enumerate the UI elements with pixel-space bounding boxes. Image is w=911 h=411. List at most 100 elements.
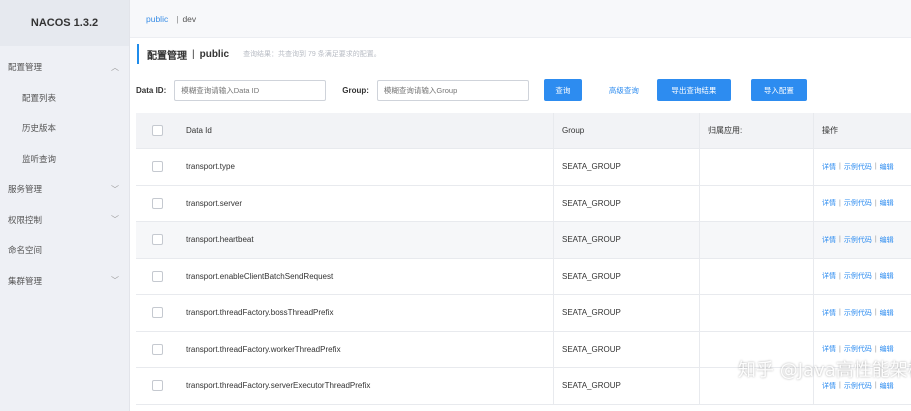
op-separator: |: [874, 309, 877, 317]
import-button[interactable]: 导入配置: [750, 79, 807, 101]
edit-link[interactable]: 编辑: [880, 198, 894, 208]
chevron-down-icon: ﹀: [111, 276, 119, 286]
op-separator: |: [839, 382, 841, 390]
sample-code-link[interactable]: 示例代码: [844, 162, 872, 172]
cell-group: SEATA_GROUP: [554, 258, 700, 294]
op-separator: |: [874, 236, 877, 244]
sidebar-item-label: 命名空间: [8, 245, 43, 256]
sample-code-link[interactable]: 示例代码: [844, 344, 872, 354]
cell-group: SEATA_GROUP: [554, 222, 700, 258]
header-data-id: Data Id: [178, 113, 554, 148]
op-separator: |: [839, 163, 841, 171]
detail-link[interactable]: 详情: [822, 308, 836, 318]
edit-link[interactable]: 编辑: [880, 162, 894, 172]
row-checkbox[interactable]: [151, 270, 163, 282]
detail-link[interactable]: 详情: [822, 271, 836, 281]
cell-app: [700, 368, 814, 404]
sidebar-item-listener-query[interactable]: 监听查询: [0, 144, 129, 175]
cell-data-id: transport.type: [178, 149, 554, 185]
row-checkbox[interactable]: [151, 380, 163, 392]
op-separator: |: [874, 199, 877, 207]
cell-app: [700, 222, 814, 258]
row-check-cell: [136, 332, 178, 368]
cell-group: SEATA_GROUP: [554, 331, 700, 367]
row-check-cell: [136, 368, 178, 404]
edit-link[interactable]: 编辑: [880, 308, 894, 318]
group-input[interactable]: [376, 79, 529, 101]
sample-code-link[interactable]: 示例代码: [844, 308, 872, 318]
cell-app: [700, 185, 814, 221]
sidebar-item-cluster-management[interactable]: 集群管理 ﹀: [0, 266, 129, 297]
cell-data-id: transport.server: [178, 185, 554, 221]
sidebar-item-config-management[interactable]: 配置管理 ︿: [0, 52, 129, 83]
group-label: Group:: [342, 85, 369, 95]
edit-link[interactable]: 编辑: [880, 344, 894, 354]
detail-link[interactable]: 详情: [822, 344, 836, 354]
detail-link[interactable]: 详情: [822, 162, 836, 172]
header-ops: 操作: [822, 126, 838, 135]
table-row: transport.heartbeat SEATA_GROUP 详情 | 示例代码 | 编辑: [136, 222, 911, 259]
cell-app: [700, 258, 814, 294]
sample-code-link[interactable]: 示例代码: [844, 198, 872, 208]
cell-ops: 详情 | 示例代码 | 编辑: [814, 149, 911, 185]
sidebar-item-access-control[interactable]: 权限控制 ﹀: [0, 205, 129, 236]
chevron-up-icon: ︿: [111, 62, 119, 72]
row-checkbox[interactable]: [151, 234, 163, 246]
sidebar-item-label: 监听查询: [22, 153, 57, 164]
config-table: Data Id Group 归属应用: 操作 transport.type SEA…: [136, 113, 911, 405]
op-separator: |: [839, 199, 841, 207]
edit-link[interactable]: 编辑: [880, 381, 894, 391]
cell-ops: 详情 | 示例代码 | 编辑: [814, 368, 911, 404]
sample-code-link[interactable]: 示例代码: [844, 381, 872, 391]
sidebar-item-label: 历史版本: [22, 123, 57, 134]
cell-data-id: transport.threadFactory.workerThreadPref…: [178, 331, 554, 367]
row-check-cell: [136, 186, 178, 222]
breadcrumb-env[interactable]: dev: [182, 14, 196, 24]
header-group: Group: [554, 113, 700, 148]
sidebar-item-service-management[interactable]: 服务管理 ﹀: [0, 174, 129, 205]
row-checkbox[interactable]: [151, 307, 163, 319]
cell-app: [700, 295, 814, 331]
filter-bar: Data ID: Group: 查询 高级查询 导出查询结果 导入配置: [136, 78, 807, 102]
op-separator: |: [874, 345, 877, 353]
breadcrumb-namespace-link[interactable]: public: [146, 14, 168, 24]
detail-link[interactable]: 详情: [822, 235, 836, 245]
title-separator: |: [192, 48, 195, 60]
cell-ops: 详情 | 示例代码 | 编辑: [814, 186, 911, 222]
row-checkbox[interactable]: [151, 343, 163, 355]
op-separator: |: [874, 163, 877, 171]
sidebar-item-config-list[interactable]: 配置列表: [0, 83, 129, 114]
op-separator: |: [839, 309, 841, 317]
sidebar-item-namespace[interactable]: 命名空间: [0, 235, 129, 266]
cell-group: SEATA_GROUP: [554, 149, 700, 185]
row-checkbox[interactable]: [151, 161, 163, 173]
page-title: 配置管理: [147, 50, 187, 62]
table-row: transport.enableClientBatchSendRequest SE…: [136, 258, 911, 295]
detail-link[interactable]: 详情: [822, 381, 836, 391]
sample-code-link[interactable]: 示例代码: [844, 271, 872, 281]
export-button[interactable]: 导出查询结果: [656, 79, 731, 101]
row-check-cell: [136, 259, 178, 295]
advanced-query-button[interactable]: 高级查询: [600, 79, 648, 101]
op-separator: |: [874, 272, 877, 280]
main-content: public | dev 配置管理 | public 查询结果：共查询到 79 …: [130, 0, 911, 411]
sidebar-item-label: 服务管理: [8, 184, 43, 195]
cell-group: SEATA_GROUP: [554, 295, 700, 331]
sidebar-item-label: 权限控制: [8, 214, 43, 225]
cell-ops: 详情 | 示例代码 | 编辑: [814, 222, 911, 258]
page-namespace: public: [199, 48, 230, 60]
edit-link[interactable]: 编辑: [880, 235, 894, 245]
breadcrumb: public | dev: [130, 0, 911, 38]
query-button[interactable]: 查询: [543, 79, 582, 101]
cell-ops: 详情 | 示例代码 | 编辑: [814, 259, 911, 295]
detail-link[interactable]: 详情: [822, 198, 836, 208]
row-checkbox[interactable]: [151, 197, 163, 209]
sample-code-link[interactable]: 示例代码: [844, 235, 872, 245]
sidebar-item-label: 配置管理: [8, 62, 43, 73]
query-result-info: 查询结果：共查询到 79 条满足要求的配置。: [243, 51, 381, 58]
sidebar-item-history[interactable]: 历史版本: [0, 113, 129, 144]
select-all-checkbox[interactable]: [151, 125, 163, 136]
data-id-input[interactable]: [174, 79, 327, 101]
table-row: transport.threadFactory.serverExecutorTh…: [136, 368, 911, 405]
edit-link[interactable]: 编辑: [880, 271, 894, 281]
